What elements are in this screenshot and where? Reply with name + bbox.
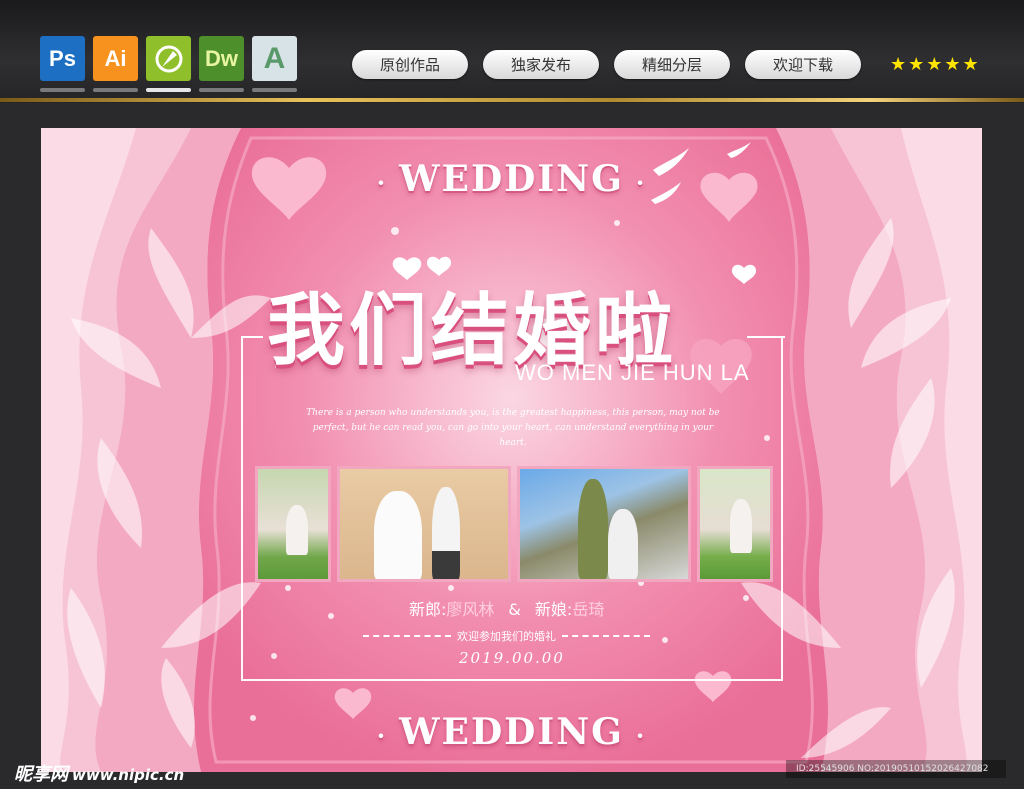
feature-pill-row: 原创作品 独家发布 精细分层 欢迎下载 [352,50,861,79]
rating-stars: ★★★★★ [890,54,981,75]
love-quote: There is a person who understands you, i… [306,408,720,448]
wedding-title-bottom: · WEDDING · [376,711,647,753]
pill-download[interactable]: 欢迎下载 [745,50,861,79]
wedding-date: 2019.00.00 [459,649,565,667]
site-logo[interactable]: 昵享网 www.nipic.cn [14,760,184,786]
illustrator-icon[interactable]: Ai [93,36,138,92]
wedding-poster: · WEDDING · 我们结婚啦 WO MEN JIE HUN LA There … [41,128,982,772]
font-app-icon[interactable]: A [252,36,297,92]
image-id-stamp: ID:25545906 NO:20190510152026427082 [786,760,1006,778]
photoshop-icon[interactable]: Ps [40,36,85,92]
coreldraw-glyph-icon [155,45,182,72]
wedding-photo-4 [697,466,773,582]
photo-strip [255,466,773,582]
wedding-photo-3 [517,466,691,582]
wedding-photo-1 [255,466,331,582]
dash-left [363,635,451,637]
coreldraw-icon[interactable] [146,36,191,92]
gold-divider [0,98,1024,102]
pill-layered[interactable]: 精细分层 [614,50,730,79]
ampersand: & [508,600,521,619]
dreamweaver-icon[interactable]: Dw [199,36,244,92]
wedding-title-top: · WEDDING · [376,158,647,200]
groom-label: 新郎: [409,600,447,619]
bride-label: 新娘: [534,600,573,619]
bride-name: 岳琦 [572,600,605,619]
groom-name: 廖风林 [446,600,495,619]
site-url: www.nipic.cn [72,766,185,784]
invite-row: 欢迎参加我们的婚礼 [363,628,650,644]
pill-original[interactable]: 原创作品 [352,50,468,79]
pill-exclusive[interactable]: 独家发布 [483,50,599,79]
headline-pinyin: WO MEN JIE HUN LA [515,360,750,385]
wedding-photo-2 [337,466,511,582]
app-icon-row: Ps Ai Dw A [40,36,297,92]
dash-right [562,635,650,637]
couple-names: 新郎:廖风林 & 新娘:岳琦 [409,596,618,620]
invite-text: 欢迎参加我们的婚礼 [457,630,556,643]
